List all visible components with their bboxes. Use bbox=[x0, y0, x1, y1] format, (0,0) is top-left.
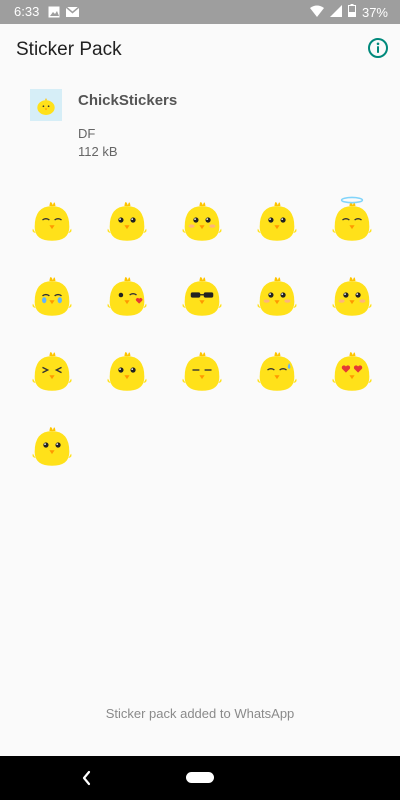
info-button[interactable] bbox=[367, 37, 389, 59]
added-status-text: Sticker pack added to WhatsApp bbox=[105, 706, 295, 721]
sticker-chick-grin[interactable] bbox=[322, 265, 382, 325]
page-title: Sticker Pack bbox=[16, 39, 122, 60]
chick-content-icon bbox=[107, 352, 147, 391]
battery-icon bbox=[347, 4, 356, 21]
sticker-chick-laughing[interactable] bbox=[22, 340, 82, 400]
sticker-chick-crying[interactable] bbox=[22, 265, 82, 325]
signal-icon bbox=[329, 4, 342, 21]
chick-shy-icon bbox=[257, 277, 297, 316]
back-button[interactable] bbox=[78, 769, 96, 787]
sticker-chick-happy[interactable] bbox=[97, 190, 157, 250]
sticker-chick-sleepy[interactable] bbox=[172, 340, 232, 400]
sticker-chick-squint[interactable] bbox=[22, 190, 82, 250]
chick-smile-icon bbox=[257, 202, 297, 241]
status-right: 37% bbox=[309, 4, 388, 21]
notification-icons bbox=[48, 5, 80, 23]
wifi-icon bbox=[309, 5, 324, 21]
chick-crying-icon bbox=[32, 277, 72, 316]
chick-sleepy-icon bbox=[182, 352, 222, 391]
chick-halo-icon bbox=[332, 196, 372, 241]
status-bar: 6:33 37% bbox=[0, 0, 400, 24]
pack-publisher: DF bbox=[78, 126, 96, 141]
chick-laughing-icon bbox=[32, 352, 72, 391]
info-icon bbox=[368, 38, 388, 58]
chick-sweat-icon bbox=[257, 352, 297, 391]
status-time: 6:33 bbox=[14, 4, 40, 19]
image-icon bbox=[48, 5, 60, 23]
pack-tray-icon bbox=[30, 89, 62, 121]
pack-header: ChickStickers DF 112 kB bbox=[0, 80, 400, 170]
sticker-chick-content[interactable] bbox=[97, 340, 157, 400]
sticker-grid bbox=[22, 190, 382, 475]
sticker-chick-sunglasses[interactable] bbox=[172, 265, 232, 325]
chick-blush-icon bbox=[182, 202, 222, 241]
chick-happy-icon bbox=[107, 202, 147, 241]
home-button[interactable] bbox=[186, 772, 214, 783]
sticker-chick-smile[interactable] bbox=[247, 190, 307, 250]
sticker-chick-blush[interactable] bbox=[172, 190, 232, 250]
pack-size: 112 kB bbox=[78, 144, 118, 159]
sticker-chick-heart-eyes[interactable] bbox=[322, 340, 382, 400]
chick-wink-icon bbox=[32, 427, 72, 466]
sticker-chick-wink[interactable] bbox=[22, 415, 82, 475]
sticker-chick-sweat[interactable] bbox=[247, 340, 307, 400]
chick-squint-icon bbox=[32, 202, 72, 241]
app-bar: Sticker Pack bbox=[0, 24, 400, 76]
sticker-chick-kiss[interactable] bbox=[97, 265, 157, 325]
sticker-chick-shy[interactable] bbox=[247, 265, 307, 325]
back-icon bbox=[82, 770, 91, 786]
chick-heart-eyes-icon bbox=[332, 352, 372, 391]
battery-level: 37% bbox=[361, 4, 388, 20]
chick-sunglasses-icon bbox=[182, 277, 222, 316]
sticker-chick-halo[interactable] bbox=[322, 190, 382, 250]
gmail-icon bbox=[65, 5, 80, 23]
navigation-bar bbox=[0, 756, 400, 800]
pack-name: ChickStickers bbox=[78, 92, 178, 109]
chick-grin-icon bbox=[332, 277, 372, 316]
chick-kiss-icon bbox=[107, 277, 147, 316]
